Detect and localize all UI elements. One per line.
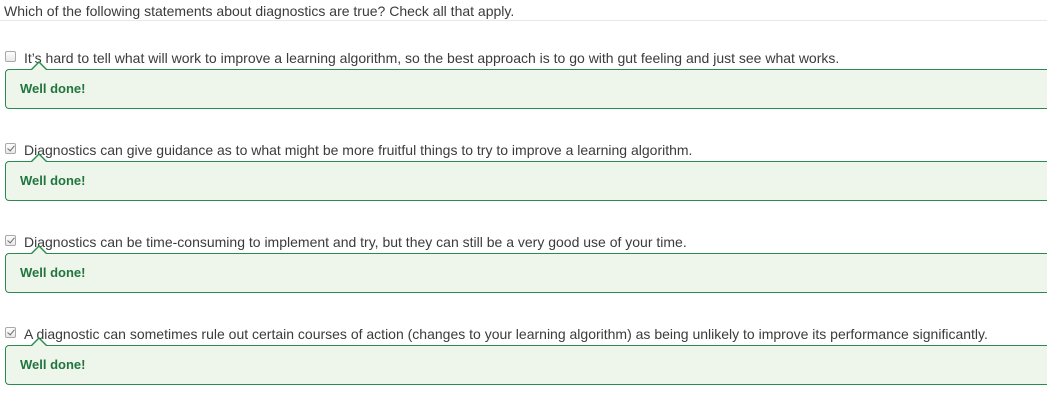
answer-option-2: Diagnostics can give guidance as to what… (5, 141, 1047, 201)
feedback-text-1: Well done! (20, 81, 86, 96)
answer-checkbox-2[interactable] (5, 143, 16, 154)
feedback-box-1: Well done! (5, 61, 1047, 109)
answer-label-1[interactable]: It’s hard to tell what will work to impr… (24, 49, 839, 67)
feedback-box-2: Well done! (5, 153, 1047, 201)
feedback-text-3: Well done! (20, 265, 86, 280)
feedback-box-3: Well done! (5, 245, 1047, 293)
feedback-text-4: Well done! (20, 357, 86, 372)
answer-checkbox-4[interactable] (5, 327, 16, 338)
answer-option-1: It’s hard to tell what will work to impr… (5, 49, 1047, 109)
answer-label-3[interactable]: Diagnostics can be time-consuming to imp… (24, 233, 687, 251)
answer-option-4: A diagnostic can sometimes rule out cert… (5, 325, 1047, 385)
question-text: Which of the following statements about … (4, 3, 515, 19)
answer-checkbox-1[interactable] (5, 51, 16, 62)
answer-option-3: Diagnostics can be time-consuming to imp… (5, 233, 1047, 293)
answer-checkbox-3[interactable] (5, 235, 16, 246)
question-divider (0, 20, 1047, 21)
answer-label-2[interactable]: Diagnostics can give guidance as to what… (24, 141, 692, 159)
answer-label-4[interactable]: A diagnostic can sometimes rule out cert… (24, 325, 988, 343)
feedback-text-2: Well done! (20, 173, 86, 188)
feedback-box-4: Well done! (5, 337, 1047, 385)
